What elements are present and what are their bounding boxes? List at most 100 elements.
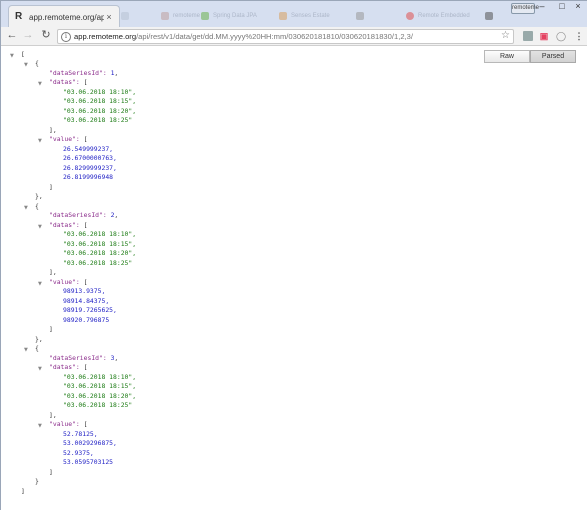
kebab-menu-icon[interactable]: ⋮ <box>574 31 584 41</box>
json-array-open: [▼ <box>10 49 25 60</box>
json-token: [ <box>21 49 25 58</box>
parsed-button[interactable]: Parsed <box>530 50 576 63</box>
json-token: , <box>114 68 119 77</box>
json-token: "03.06.2018 18:25" <box>63 258 133 267</box>
reload-icon[interactable]: ↻ <box>39 27 53 45</box>
json-string-value: "03.06.2018 18:25" <box>63 259 132 269</box>
collapse-arrow-icon[interactable]: ▼ <box>38 365 42 375</box>
json-token: "03.06.2018 18:10", <box>63 230 137 238</box>
json-array-close: ] <box>49 325 53 335</box>
json-token: , <box>114 353 119 362</box>
json-token: [ <box>83 220 88 229</box>
tab-background-title: Senses Estate <box>291 13 330 19</box>
tab-background[interactable]: Senses Estate <box>279 7 351 25</box>
json-token: 53.0029296875, <box>63 439 117 447</box>
json-string-value: "03.06.2018 18:20", <box>63 392 136 402</box>
collapse-arrow-icon[interactable]: ▼ <box>38 223 42 233</box>
extension-icon[interactable] <box>523 31 533 41</box>
json-token: "dataSeriesId": <box>49 68 111 77</box>
json-token: "03.06.2018 18:25" <box>63 116 133 124</box>
json-string-value: "03.06.2018 18:10", <box>63 373 136 383</box>
json-viewer: Raw Parsed [▼{▼ "dataSeriesId": 1, "datas"… <box>1 46 587 510</box>
tab-active[interactable]: R app.remoteme.org/api/re × <box>8 5 120 27</box>
collapse-arrow-icon[interactable]: ▼ <box>24 346 28 356</box>
tab-background[interactable]: Spring Data JPA <box>201 7 273 25</box>
back-arrow-icon[interactable]: ← <box>5 27 19 45</box>
json-token: "03.06.2018 18:15", <box>63 239 137 248</box>
json-token: "03.06.2018 18:25" <box>63 401 133 409</box>
json-string-value: "03.06.2018 18:20", <box>63 107 136 117</box>
json-token: 53.0595703125 <box>63 458 114 466</box>
json-token: "03.06.2018 18:15", <box>63 97 137 105</box>
json-token: [ <box>83 420 88 428</box>
json-object-open: {▼ <box>24 59 39 69</box>
json-number-value: 98914.84375, <box>63 297 109 307</box>
json-field-value: "value": [▼ <box>38 420 88 430</box>
collapse-arrow-icon[interactable]: ▼ <box>24 61 28 71</box>
tab-background[interactable] <box>485 7 505 25</box>
json-object-open: {▼ <box>24 201 39 212</box>
json-number-value: 98913.9375, <box>63 287 105 297</box>
json-token: , <box>114 211 119 219</box>
json-token: 26.8199996948 <box>63 173 114 181</box>
json-token: "value": <box>49 277 84 286</box>
tab-close-icon[interactable]: × <box>104 12 114 22</box>
json-token: { <box>35 344 39 352</box>
site-info-icon[interactable]: i <box>61 32 71 42</box>
json-array-close: ], <box>49 126 57 136</box>
extension-circle-icon[interactable]: ◯ <box>556 31 566 41</box>
json-token: "dataSeriesId": <box>49 353 111 362</box>
collapse-arrow-icon[interactable]: ▼ <box>10 52 14 62</box>
json-string-value: "03.06.2018 18:20", <box>63 249 136 259</box>
tab-background-title: Remote Embedded <box>418 13 470 19</box>
browser-toolbar: ← → ↻ i app.remoteme.org/api/rest/v1/data… <box>1 27 587 46</box>
raw-button[interactable]: Raw <box>484 50 530 63</box>
tab-background-title: remoteme <box>173 13 201 19</box>
json-token: { <box>35 201 39 210</box>
json-token: "03.06.2018 18:20", <box>63 391 137 400</box>
json-token: [ <box>83 78 88 86</box>
json-field-dataSeriesId: "dataSeriesId": 2, <box>49 211 118 221</box>
address-bar[interactable]: i app.remoteme.org/api/rest/v1/data/get/d… <box>57 29 514 44</box>
json-number-value: 98919.7265625, <box>63 306 117 316</box>
minimize-button[interactable]: – <box>532 1 552 13</box>
json-field-dataSeriesId: "dataSeriesId": 3, <box>49 354 118 364</box>
json-token: "datas": <box>49 220 84 229</box>
json-token: 26.8299999237, <box>63 163 117 172</box>
collapse-arrow-icon[interactable]: ▼ <box>38 80 42 90</box>
star-icon[interactable]: ☆ <box>501 30 510 41</box>
json-token: "dataSeriesId": <box>49 211 111 219</box>
instagram-icon[interactable]: ▣ <box>539 31 549 41</box>
json-number-value: 26.8299999237, <box>63 164 117 174</box>
close-window-button[interactable]: × <box>569 1 587 13</box>
collapse-arrow-icon[interactable]: ▼ <box>38 422 42 432</box>
tab-strip: R app.remoteme.org/api/re × remoteme Spr… <box>1 1 587 27</box>
json-token: "03.06.2018 18:10", <box>63 87 137 96</box>
view-toggle: Raw Parsed <box>484 50 576 63</box>
tab-background[interactable] <box>121 7 163 25</box>
json-object-close: }, <box>35 192 43 202</box>
tab-background-title: Spring Data JPA <box>213 13 257 19</box>
browser-window: R app.remoteme.org/api/re × remoteme Spr… <box>0 0 587 510</box>
tab-favicon-icon <box>279 12 287 20</box>
collapse-arrow-icon[interactable]: ▼ <box>24 204 28 214</box>
tab-favicon-icon <box>356 12 364 20</box>
json-token: 52.78125, <box>63 429 98 438</box>
tab-favicon-icon <box>406 12 414 20</box>
collapse-arrow-icon[interactable]: ▼ <box>38 137 42 147</box>
tab-background[interactable]: remoteme <box>161 7 203 25</box>
json-token: "03.06.2018 18:20", <box>63 106 137 115</box>
forward-arrow-icon[interactable]: → <box>21 27 35 45</box>
json-number-value: 52.9375, <box>63 449 94 459</box>
json-token: { <box>35 59 39 67</box>
json-array-close: ], <box>49 268 57 278</box>
json-number-value: 53.0029296875, <box>63 439 117 449</box>
json-array-close: ] <box>21 487 25 497</box>
tab-background[interactable]: Remote Embedded <box>406 7 476 25</box>
collapse-arrow-icon[interactable]: ▼ <box>38 280 42 290</box>
json-token: "datas": <box>49 78 84 86</box>
json-token: ] <box>21 486 25 495</box>
tab-favicon-icon <box>201 12 209 20</box>
json-string-value: "03.06.2018 18:15", <box>63 240 136 250</box>
tab-background[interactable] <box>356 7 396 25</box>
